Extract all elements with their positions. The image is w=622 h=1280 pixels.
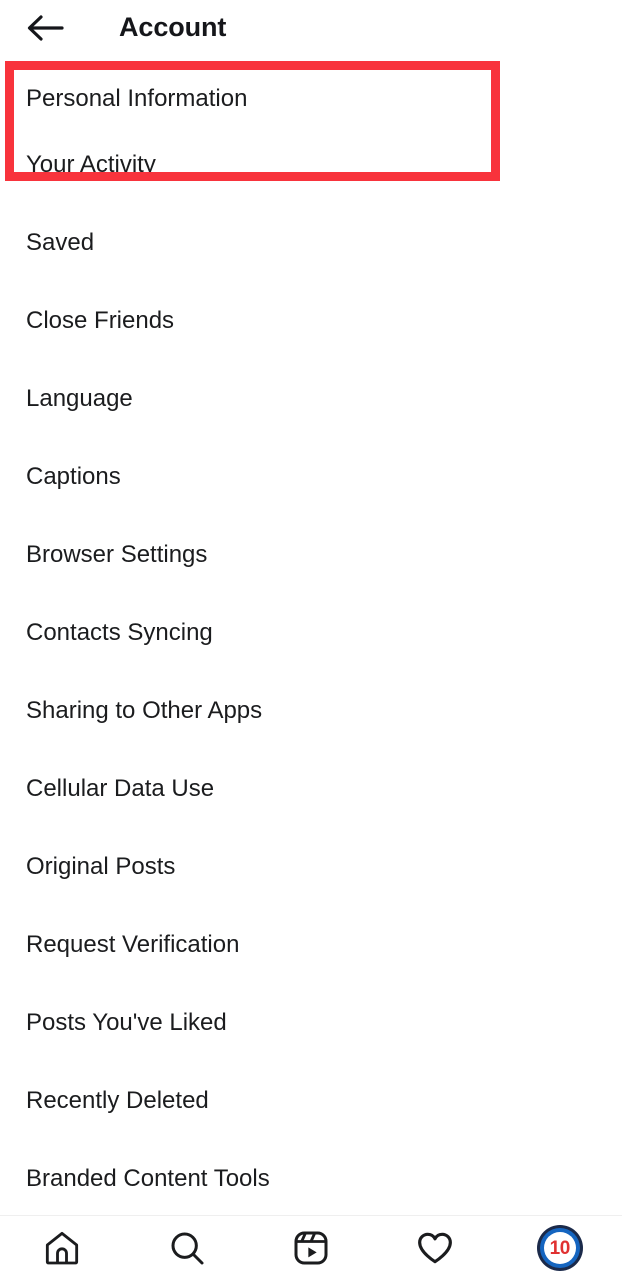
- profile-avatar-icon[interactable]: 10: [536, 1225, 583, 1271]
- heart-icon: [415, 1228, 455, 1268]
- list-item-personal-information[interactable]: Personal Information: [0, 56, 622, 126]
- arrow-left-icon: [26, 13, 64, 43]
- bottom-navigation-bar: 10: [0, 1215, 622, 1280]
- list-item-contacts-syncing[interactable]: Contacts Syncing: [0, 594, 622, 672]
- nav-item-home[interactable]: [20, 1216, 104, 1280]
- list-item-request-verification[interactable]: Request Verification: [0, 906, 622, 984]
- home-icon: [42, 1228, 82, 1268]
- list-item-browser-settings[interactable]: Browser Settings: [0, 516, 622, 594]
- avatar-badge-count: 10: [549, 1237, 571, 1259]
- nav-item-profile[interactable]: 10: [518, 1216, 602, 1280]
- list-item-close-friends[interactable]: Close Friends: [0, 282, 622, 360]
- app-header: Account: [0, 0, 622, 56]
- list-item-original-posts[interactable]: Original Posts: [0, 828, 622, 906]
- list-item-your-activity[interactable]: Your Activity: [0, 126, 622, 204]
- list-item-branded-content-tools[interactable]: Branded Content Tools: [0, 1140, 622, 1216]
- list-item-posts-youve-liked[interactable]: Posts You've Liked: [0, 984, 622, 1062]
- list-item-language[interactable]: Language: [0, 360, 622, 438]
- list-item-recently-deleted[interactable]: Recently Deleted: [0, 1062, 622, 1140]
- list-item-saved[interactable]: Saved: [0, 204, 622, 282]
- avatar-inner: 10: [543, 1232, 576, 1264]
- page-title: Account: [119, 12, 227, 42]
- nav-item-search[interactable]: [145, 1216, 229, 1280]
- back-button[interactable]: [22, 6, 68, 50]
- reels-icon: [291, 1228, 331, 1268]
- search-icon: [167, 1228, 207, 1268]
- nav-item-reels[interactable]: [269, 1216, 353, 1280]
- list-item-captions[interactable]: Captions: [0, 438, 622, 516]
- list-item-cellular-data-use[interactable]: Cellular Data Use: [0, 750, 622, 828]
- account-settings-list[interactable]: Personal Information Your Activity Saved…: [0, 56, 622, 1216]
- nav-item-activity[interactable]: [393, 1216, 477, 1280]
- list-item-sharing-to-other-apps[interactable]: Sharing to Other Apps: [0, 672, 622, 750]
